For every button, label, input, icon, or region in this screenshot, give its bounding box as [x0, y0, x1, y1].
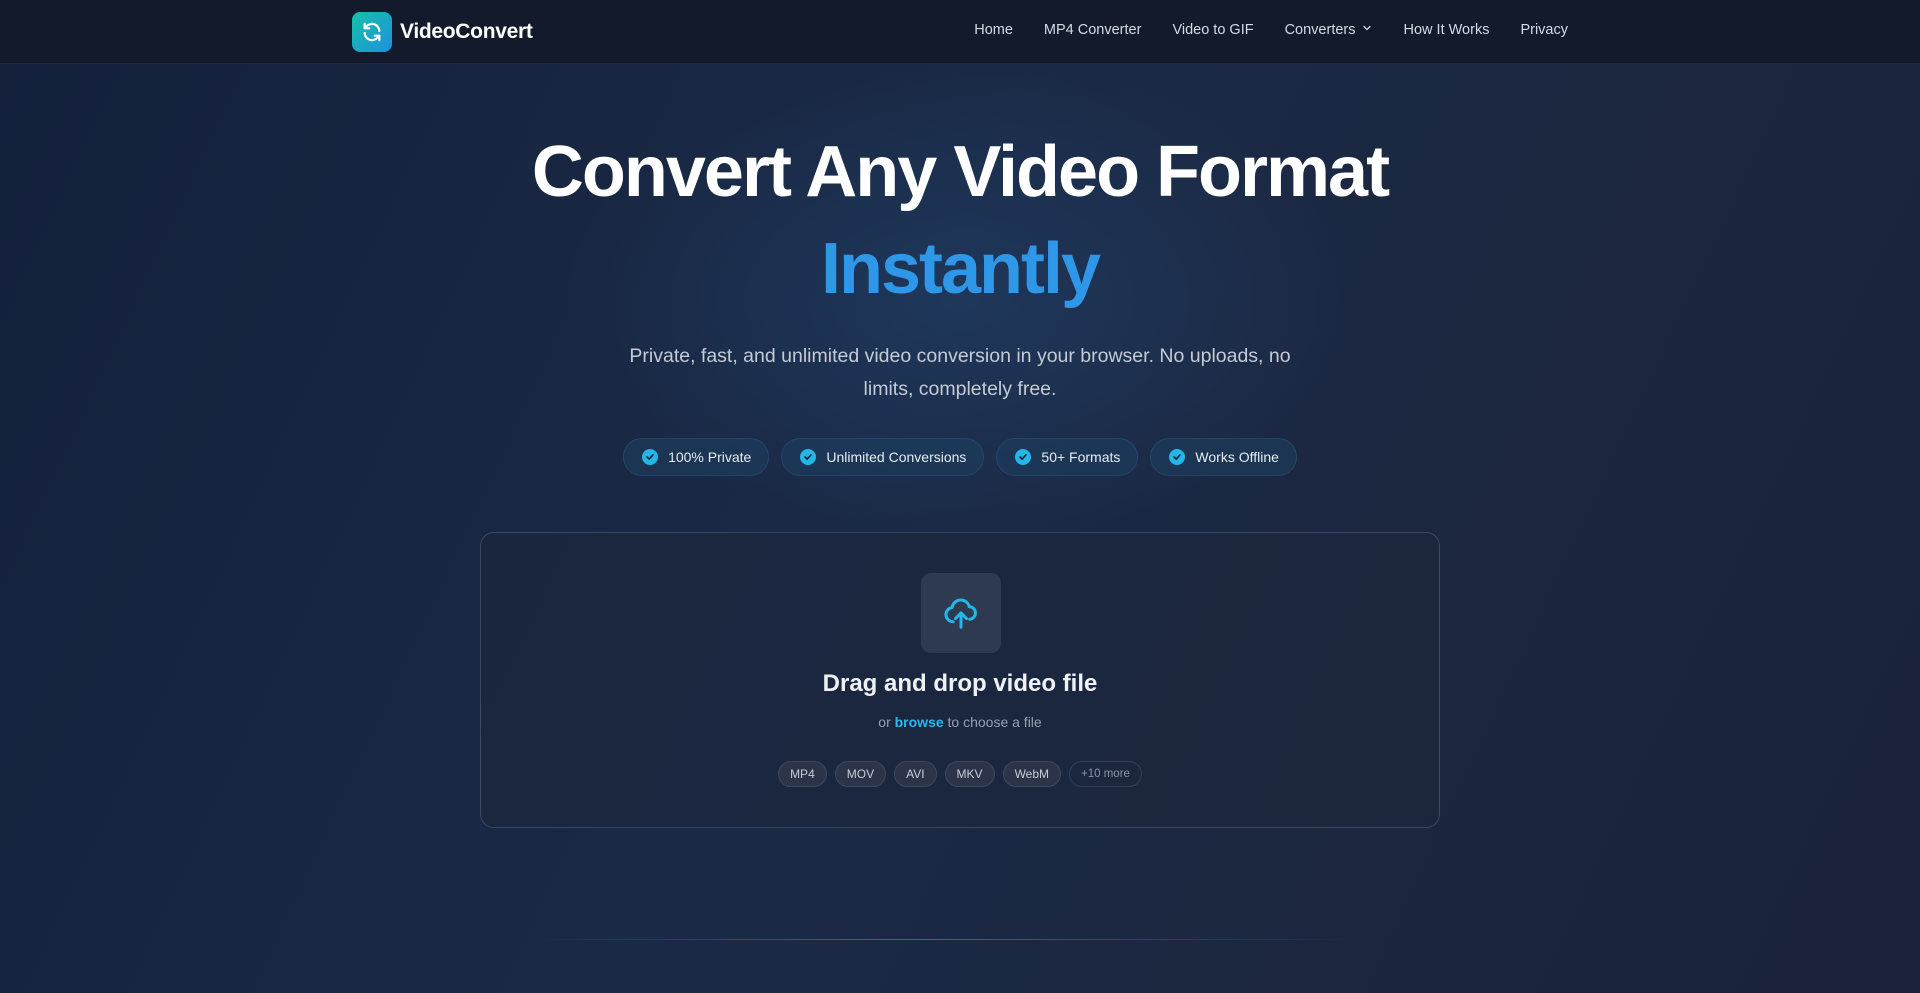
brand-name: VideoConvert [400, 20, 533, 43]
hero-title-highlight: Instantly [820, 229, 1101, 309]
chevron-down-icon [1361, 22, 1373, 38]
nav-link-how-it-works[interactable]: How It Works [1404, 22, 1490, 38]
browse-link[interactable]: browse [895, 714, 944, 730]
feature-pill-label: Works Offline [1195, 449, 1279, 465]
format-chip-more: +10 more [1069, 761, 1142, 787]
format-chip: WebM [1002, 761, 1062, 787]
feature-pill: 50+ Formats [996, 438, 1139, 476]
feature-pills: 100% Private Unlimited Conversions 50+ F… [0, 438, 1920, 476]
hero-title: Convert Any Video Format [531, 132, 1390, 212]
nav-menu: Home MP4 Converter Video to GIF Converte… [974, 0, 1568, 60]
nav-link-mp4-converter[interactable]: MP4 Converter [1044, 22, 1142, 38]
format-chip: AVI [894, 761, 937, 787]
format-chip: MKV [944, 761, 995, 787]
dropzone-sub-prefix: or [878, 714, 891, 730]
nav-link-privacy[interactable]: Privacy [1520, 22, 1568, 38]
brand-home-link[interactable]: VideoConvert [352, 12, 533, 52]
cloud-upload-icon[interactable] [921, 573, 1001, 653]
nav-link-video-to-gif[interactable]: Video to GIF [1172, 22, 1253, 38]
supported-formats: MP4 MOV AVI MKV WebM +10 more [481, 761, 1439, 787]
nav-dropdown-converters[interactable]: Converters [1285, 22, 1373, 38]
file-dropzone[interactable]: Drag and drop video file or browse to ch… [480, 532, 1440, 828]
nav-link-home[interactable]: Home [974, 22, 1013, 38]
check-circle-icon [1169, 449, 1186, 465]
check-circle-icon [800, 449, 817, 465]
check-circle-icon [1015, 449, 1032, 465]
format-chip: MP4 [778, 761, 827, 787]
nav-dropdown-label: Converters [1284, 22, 1356, 38]
feature-pill-label: 100% Private [668, 449, 752, 465]
check-circle-icon [642, 449, 659, 465]
feature-pill: Works Offline [1150, 438, 1297, 476]
feature-pill-label: Unlimited Conversions [826, 449, 967, 465]
feature-pill: 100% Private [623, 438, 770, 476]
navbar: VideoConvert Home MP4 Converter Video to… [0, 0, 1920, 64]
hero-subtitle: Private, fast, and unlimited video conve… [629, 345, 1291, 400]
refresh-icon [352, 12, 392, 52]
format-chip: MOV [834, 761, 887, 787]
dropzone-subtitle: or browse to choose a file [481, 714, 1439, 730]
feature-pill: Unlimited Conversions [781, 438, 985, 476]
dropzone-title: Drag and drop video file [822, 670, 1098, 697]
section-divider [530, 939, 1360, 940]
feature-pill-label: 50+ Formats [1041, 449, 1121, 465]
dropzone-sub-suffix: to choose a file [947, 714, 1042, 730]
